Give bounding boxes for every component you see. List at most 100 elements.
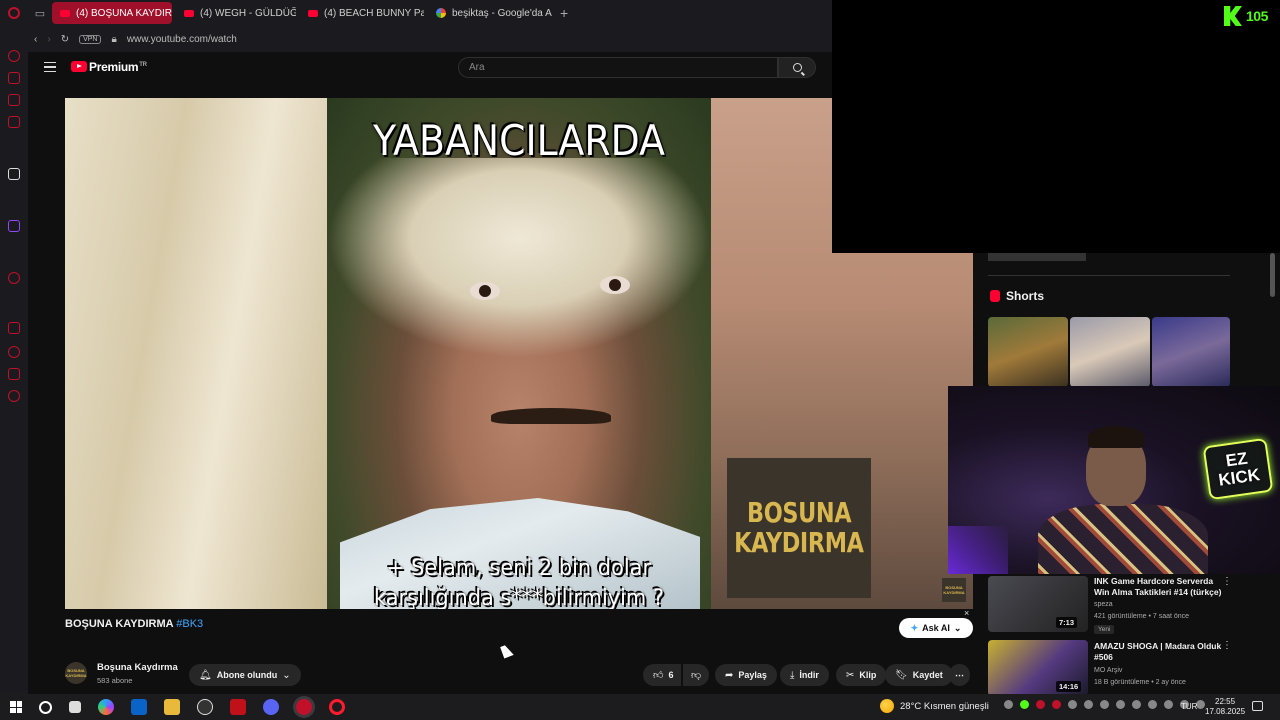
subscribe-button[interactable]: 🔔︎ Abone olundu ⌄ <box>189 664 301 686</box>
music-icon[interactable] <box>8 272 20 284</box>
tab-google-search[interactable]: beşiktaş - Google'da Ara <box>428 2 552 24</box>
shopping-icon[interactable] <box>8 72 20 84</box>
vpn-tray-icon[interactable] <box>1084 700 1093 709</box>
google-icon <box>436 8 446 18</box>
language-indicator[interactable]: TUR <box>1181 702 1197 711</box>
tab-overview-icon[interactable]: ▭ <box>28 0 52 26</box>
dislike-button[interactable]: 👎︎ <box>683 664 710 686</box>
menu-icon[interactable] <box>44 62 56 72</box>
more-actions-button[interactable]: ⋯ <box>949 664 970 686</box>
opera-logo-icon[interactable] <box>0 0 28 26</box>
copilot-icon[interactable] <box>98 699 114 715</box>
notification-icon[interactable] <box>1252 701 1263 711</box>
camera-tray-icon[interactable] <box>1132 700 1141 709</box>
prev-recommendation-thumb[interactable] <box>988 253 1086 261</box>
ask-ai-button[interactable]: ✦ Ask AI ⌄ <box>899 618 973 638</box>
aria-icon[interactable] <box>8 168 20 180</box>
webcam-light <box>948 526 1008 574</box>
taskbar: 28°C Kısmen güneşli TUR 22:55 17.08.2025 <box>0 694 1280 720</box>
recommendation-channel[interactable]: speza <box>1094 601 1113 608</box>
steam-tray-icon[interactable] <box>1068 700 1077 709</box>
mouse-cursor-icon <box>500 643 514 659</box>
mail-icon[interactable] <box>8 116 20 128</box>
shorts-thumbnail[interactable] <box>1070 317 1150 387</box>
weather-widget[interactable]: 28°C Kısmen güneşli <box>880 699 989 713</box>
clock[interactable]: 22:55 17.08.2025 <box>1205 697 1245 717</box>
opera-icon[interactable] <box>329 699 345 715</box>
task-view-icon[interactable] <box>69 701 81 713</box>
kick-viewer-count: 105 <box>1246 8 1268 24</box>
weather-sun-icon <box>880 699 894 713</box>
more-vert-icon[interactable]: ⋮ <box>1222 640 1232 651</box>
microphone-icon[interactable] <box>1116 700 1125 709</box>
settings-icon[interactable] <box>8 390 20 402</box>
twitch-icon[interactable] <box>8 220 20 232</box>
recommendation-channel[interactable]: MO Arşiv <box>1094 667 1122 674</box>
recommendation-meta: 18 B görüntüleme • 2 ay önce <box>1094 679 1186 686</box>
search-button[interactable] <box>778 57 816 78</box>
recommendation-item[interactable]: 14:16 AMAZU SHOGA | Madara Olduk #506 MO… <box>988 640 1273 696</box>
tab-wegh[interactable]: (4) WEGH - GÜLDÜĞÜN <box>176 2 296 24</box>
video-eye-left <box>470 282 500 300</box>
hashtag-link[interactable]: #BK3 <box>176 618 203 630</box>
bluetooth-icon[interactable] <box>1148 700 1157 709</box>
new-tab-button[interactable]: + <box>560 5 568 21</box>
youtube-logo-icon[interactable] <box>71 61 87 72</box>
headset-tray-icon[interactable] <box>1100 700 1109 709</box>
tab-label: (4) BEACH BUNNY Parai <box>324 7 424 19</box>
channel-watermark[interactable]: BOSUNA KAYDIRMA <box>942 578 966 602</box>
save-button[interactable]: 🔖︎ Kaydet <box>885 664 953 686</box>
download-button[interactable]: ⤓ İndir <box>780 664 829 686</box>
search-icon[interactable] <box>39 700 52 714</box>
thumbs-down-icon: 👎︎ <box>691 670 702 681</box>
tab-bosuna-kaydirma[interactable]: (4) BOŞUNA KAYDIRM <box>52 2 172 24</box>
windows-start-icon[interactable] <box>10 701 22 713</box>
url-field[interactable]: www.youtube.com/watch <box>127 34 237 45</box>
youtube-icon <box>184 9 194 17</box>
tab-beach-bunny[interactable]: (4) BEACH BUNNY Parai <box>300 2 424 24</box>
more-vert-icon[interactable]: ⋮ <box>1222 576 1232 587</box>
shorts-thumbnail[interactable] <box>988 317 1068 387</box>
video-blur-left <box>65 98 327 609</box>
share-button[interactable]: ➦ Paylaş <box>715 664 777 686</box>
shorts-thumbnail[interactable] <box>1152 317 1230 387</box>
video-mustache <box>491 408 611 424</box>
webcam-overlay: EZ KICK <box>948 386 1280 574</box>
discord-icon[interactable] <box>263 699 279 715</box>
recommendation-title[interactable]: AMAZU SHOGA | Madara Olduk #506 <box>1094 641 1222 663</box>
messenger-icon[interactable] <box>8 94 20 106</box>
bookmark-icon[interactable] <box>8 322 20 334</box>
stream-overlay-panel <box>832 0 1280 253</box>
back-icon[interactable]: ‹ <box>34 34 37 45</box>
outlook-icon[interactable] <box>131 699 147 715</box>
clock-icon[interactable] <box>8 346 20 358</box>
kick-tray-icon[interactable] <box>1020 700 1029 709</box>
ask-ai-close-button[interactable]: × <box>964 608 969 618</box>
forward-icon[interactable]: › <box>47 34 50 45</box>
gx-tray-icon[interactable] <box>1052 700 1061 709</box>
voicemod-icon[interactable] <box>230 699 246 715</box>
chevron-down-icon: ⌄ <box>282 669 291 681</box>
recommendation-title[interactable]: INK Game Hardcore Serverda Win Alma Takt… <box>1094 576 1222 598</box>
vpn-badge[interactable]: VPN <box>79 34 102 44</box>
history-icon[interactable] <box>8 50 20 62</box>
clip-button[interactable]: ✂ Klip <box>836 664 887 686</box>
avatar[interactable]: BOSUNA KAYDIRMA <box>65 662 87 684</box>
discord-tray-icon[interactable] <box>1004 700 1013 709</box>
extensions-icon[interactable] <box>8 368 20 380</box>
opera-gx-icon[interactable] <box>296 699 312 715</box>
file-explorer-icon[interactable] <box>164 699 180 715</box>
scrollbar[interactable] <box>1270 253 1275 297</box>
like-button[interactable]: 👍︎ 6 <box>643 664 682 686</box>
search-input[interactable]: Ara <box>458 57 778 78</box>
reload-icon[interactable]: ↻ <box>61 34 69 45</box>
subscriber-count: 583 abone <box>97 676 133 685</box>
channel-name[interactable]: Boşuna Kaydırma <box>97 662 178 673</box>
lock-icon[interactable]: 🔒︎ <box>111 34 116 45</box>
youtube-premium-logo[interactable]: PremiumTR <box>89 60 147 74</box>
network-icon[interactable] <box>1164 700 1173 709</box>
steam-icon[interactable] <box>197 699 213 715</box>
opera-tray-icon[interactable] <box>1036 700 1045 709</box>
recommendation-item[interactable]: 7:13 INK Game Hardcore Serverda Win Alma… <box>988 576 1273 634</box>
browser-sidebar <box>0 26 28 694</box>
